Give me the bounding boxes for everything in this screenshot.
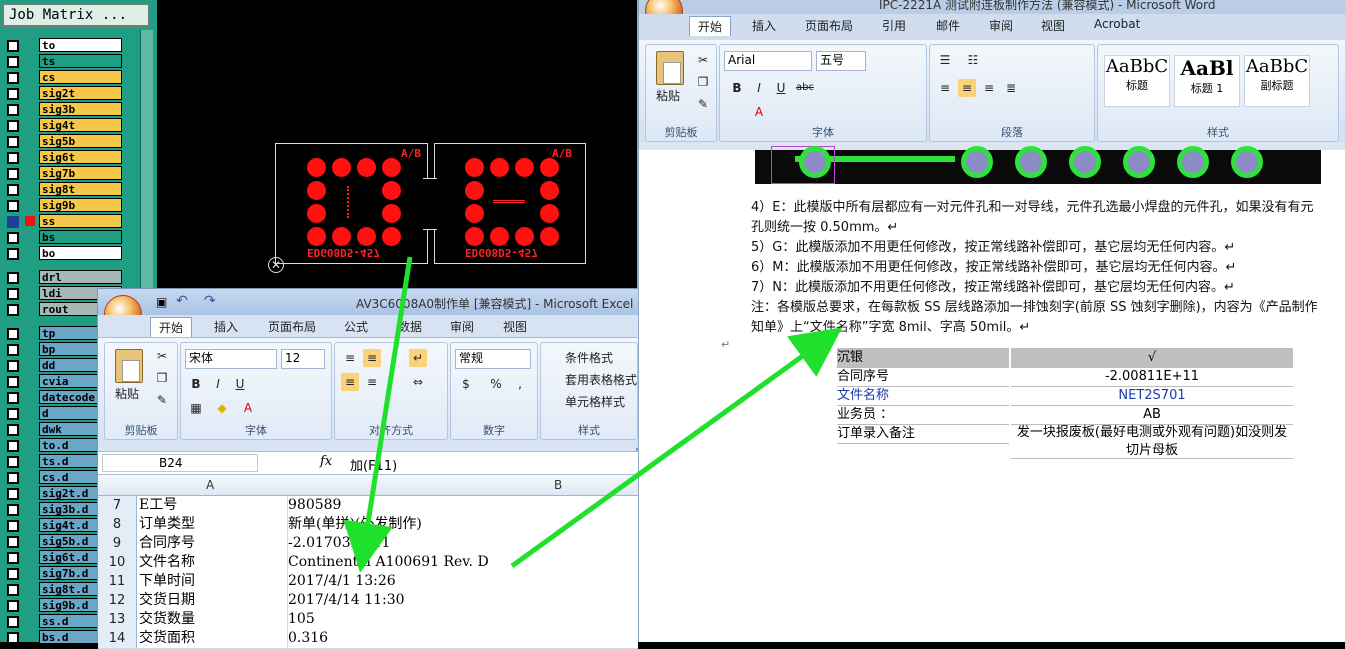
- arrow-filename-to-word-table: [510, 327, 843, 569]
- annotation-arrows: [343, 256, 843, 573]
- arrow-board-to-filename: [343, 256, 413, 573]
